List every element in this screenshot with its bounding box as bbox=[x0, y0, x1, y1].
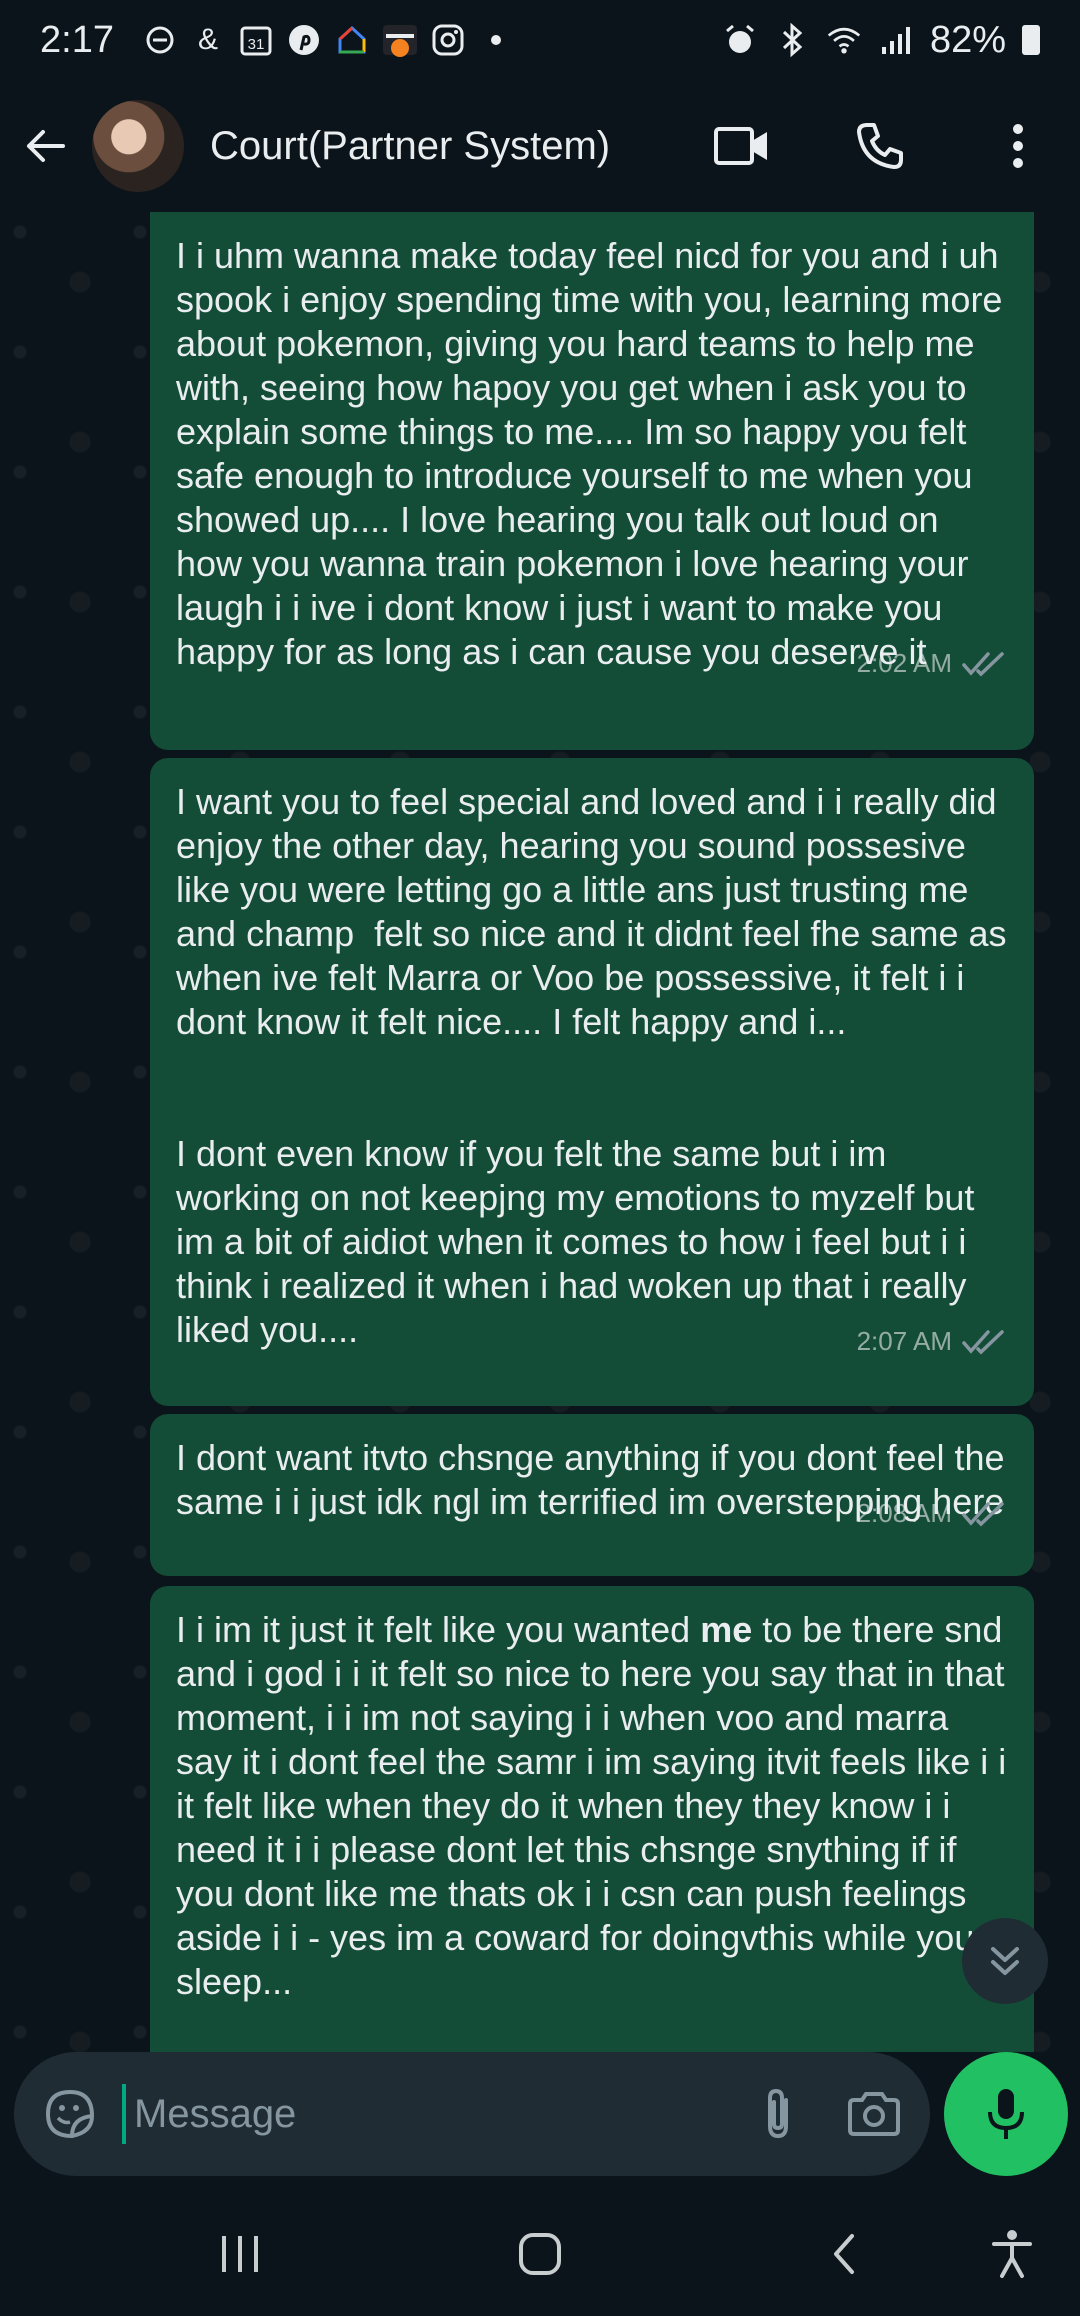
composer bbox=[0, 2052, 1080, 2192]
calendar-icon: 31 bbox=[238, 22, 274, 58]
accessibility-button[interactable] bbox=[980, 2222, 1044, 2286]
home-button[interactable] bbox=[508, 2222, 572, 2286]
bluetooth-icon bbox=[774, 22, 810, 58]
message-text-part: to be there snd and i god i i it felt so… bbox=[176, 1609, 1007, 2002]
message-time: 2:08 AM bbox=[856, 1498, 952, 1528]
message-text-part: I i im it just it felt like you wanted bbox=[176, 1609, 701, 1650]
message-time: 2:07 AM bbox=[856, 1326, 952, 1356]
signal-icon bbox=[878, 22, 914, 58]
video-camera-icon bbox=[714, 127, 767, 165]
back-nav-button[interactable] bbox=[812, 2222, 876, 2286]
back-button[interactable] bbox=[20, 121, 70, 171]
calendar-day: 31 bbox=[248, 36, 265, 53]
recents-icon bbox=[222, 2236, 258, 2272]
message-input-box bbox=[14, 2052, 930, 2176]
microphone-icon bbox=[988, 2089, 1024, 2139]
message-bubble[interactable]: I want you to feel special and loved and… bbox=[150, 758, 1034, 1406]
read-ticks-icon bbox=[962, 1329, 1004, 1354]
attach-button[interactable] bbox=[748, 2084, 808, 2144]
status-right: 82% bbox=[722, 19, 1040, 62]
ampersand-icon: & bbox=[197, 23, 218, 56]
read-ticks-icon bbox=[962, 651, 1004, 676]
voice-record-button[interactable] bbox=[944, 2052, 1068, 2176]
paperclip-icon bbox=[768, 2088, 788, 2139]
camera-icon bbox=[848, 2092, 900, 2136]
sticker-button[interactable] bbox=[40, 2084, 100, 2144]
message-text: I i im it just it felt like you wanted m… bbox=[176, 1608, 1008, 2004]
accessibility-icon bbox=[992, 2230, 1032, 2278]
message-bubble[interactable]: I i uhm wanna make today feel nicd for y… bbox=[150, 212, 1034, 750]
home-square-icon bbox=[519, 2233, 561, 2275]
sticker-icon bbox=[45, 2089, 95, 2139]
dnd-icon bbox=[142, 22, 178, 58]
more-options-button[interactable] bbox=[988, 116, 1048, 176]
status-left: 2:17 & 31 bbox=[40, 19, 514, 62]
home-icon bbox=[334, 22, 370, 58]
phone-icon bbox=[857, 123, 903, 169]
header-actions bbox=[712, 116, 1048, 176]
chevron-left-icon bbox=[834, 2234, 854, 2274]
arrow-left-icon bbox=[27, 130, 65, 162]
contact-name[interactable]: Court(Partner System) bbox=[210, 124, 610, 169]
notification-icons: & 31 bbox=[142, 22, 514, 58]
message-time: 2:02 AM bbox=[856, 648, 952, 678]
discover-icon bbox=[382, 22, 418, 58]
pinterest-icon bbox=[286, 22, 322, 58]
read-ticks-icon bbox=[962, 1501, 1004, 1526]
alarm-icon bbox=[722, 22, 758, 58]
avatar[interactable] bbox=[92, 100, 184, 192]
battery-icon bbox=[1022, 25, 1040, 55]
instagram-icon bbox=[430, 22, 466, 58]
kebab-menu-icon bbox=[1013, 124, 1023, 168]
video-call-button[interactable] bbox=[712, 116, 772, 176]
message-bubble[interactable]: I i im it just it felt like you wanted m… bbox=[150, 1586, 1034, 2052]
double-chevron-down-icon bbox=[991, 1947, 1019, 1975]
message-text-bold: me bbox=[700, 1609, 753, 1650]
message-input[interactable] bbox=[122, 2084, 748, 2144]
scroll-to-bottom-button[interactable] bbox=[962, 1918, 1048, 2004]
message-text: I want you to feel special and loved and… bbox=[176, 781, 1007, 1350]
dot-icon bbox=[478, 22, 514, 58]
system-nav-bar bbox=[0, 2192, 1080, 2316]
wifi-icon bbox=[826, 22, 862, 58]
message-text: I i uhm wanna make today feel nicd for y… bbox=[176, 235, 1013, 672]
chat-area[interactable]: I i uhm wanna make today feel nicd for y… bbox=[0, 212, 1080, 2052]
recents-button[interactable] bbox=[208, 2222, 272, 2286]
message-bubble[interactable]: I dont want itvto chsnge anything if you… bbox=[150, 1414, 1034, 1576]
voice-call-button[interactable] bbox=[850, 116, 910, 176]
camera-button[interactable] bbox=[844, 2084, 904, 2144]
status-bar: 2:17 & 31 82% bbox=[0, 0, 1080, 80]
chat-header: Court(Partner System) bbox=[0, 80, 1080, 212]
battery-percent: 82% bbox=[929, 18, 1006, 61]
status-time: 2:17 bbox=[40, 18, 114, 61]
